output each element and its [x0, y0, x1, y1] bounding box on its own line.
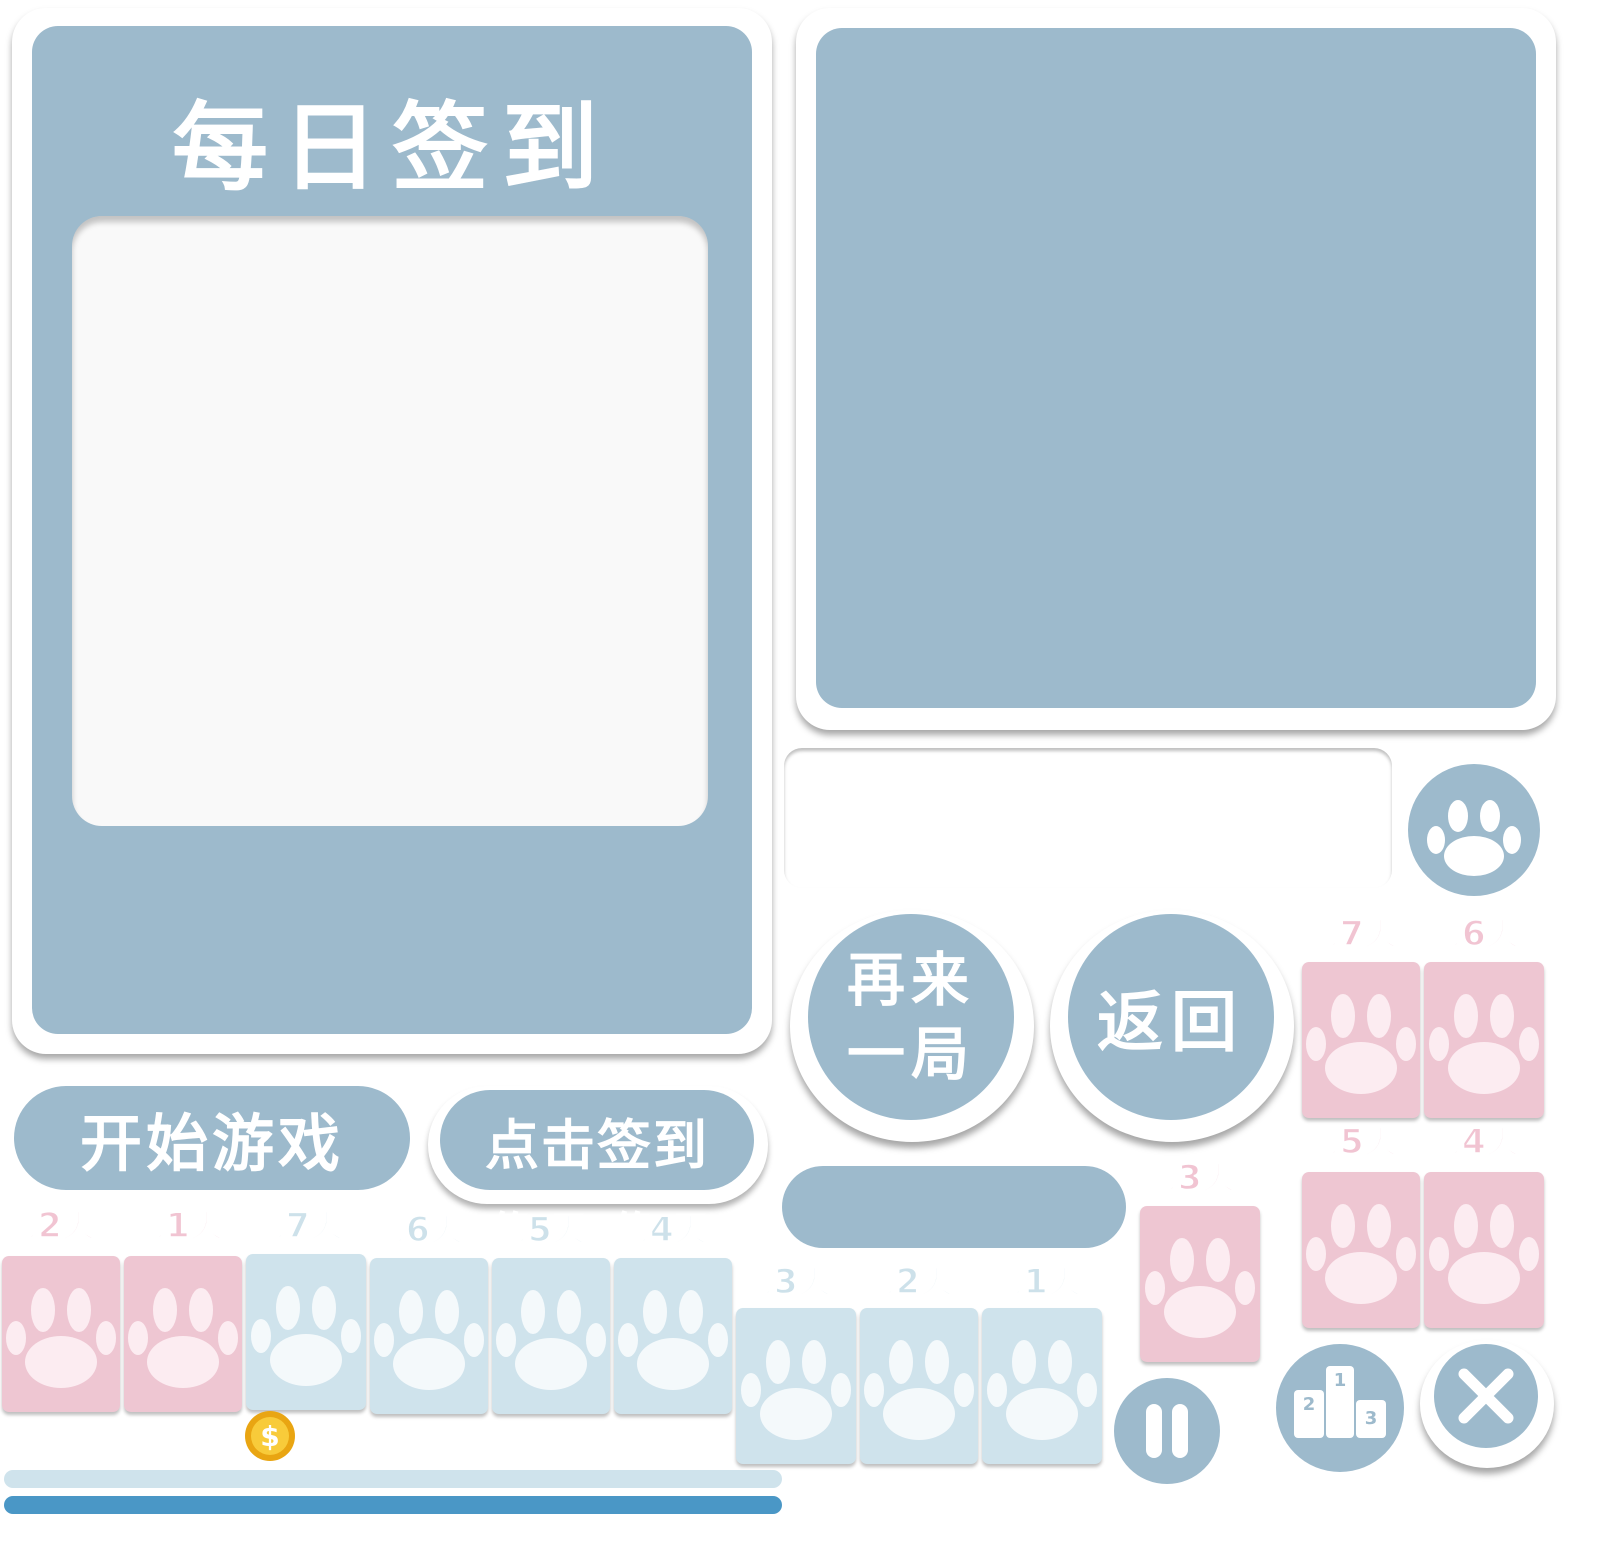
day-label-7-pink: 第7天: [1305, 913, 1398, 955]
start-game-button[interactable]: 开始游戏: [14, 1086, 410, 1190]
play-again-button[interactable]: 再来 一局: [790, 910, 1034, 1142]
day-tile-day7-pink[interactable]: [1302, 962, 1420, 1118]
paw-icon: [6, 1288, 116, 1388]
paw-icon: [864, 1340, 974, 1440]
play-again-label-2: 一局: [846, 1020, 975, 1088]
back-inner: 返回: [1068, 914, 1274, 1120]
back-label: 返回: [1097, 984, 1245, 1061]
day-tile-day5-pink[interactable]: [1302, 1172, 1420, 1328]
day-label-3-blue: 第3天: [739, 1261, 832, 1303]
podium-first: 1: [1334, 1370, 1347, 1391]
day-tile-day6-blue[interactable]: [370, 1258, 488, 1414]
podium-icon: 1 2 3: [1294, 1366, 1386, 1438]
play-again-inner: 再来 一局: [808, 914, 1014, 1120]
day-label-3-pink: 第3天: [1143, 1157, 1236, 1199]
paw-icon: [1145, 1238, 1255, 1338]
rank-button[interactable]: 1 2 3: [1276, 1344, 1404, 1472]
signin-content-box: [72, 216, 708, 826]
paw-icon: [1306, 1204, 1416, 1304]
day-label-1-blue: 第1天: [989, 1261, 1082, 1303]
paw-icon: [128, 1288, 238, 1388]
day-label-5-blue: 第5天: [493, 1209, 586, 1251]
coin-icon: $: [244, 1410, 296, 1462]
progress-bar-track: [4, 1470, 782, 1488]
paw-icon: [1429, 994, 1539, 1094]
day-tile-day1-pink[interactable]: [124, 1256, 242, 1412]
day-tile-day2-pink[interactable]: [2, 1256, 120, 1412]
pause-icon: [1146, 1404, 1188, 1458]
paw-icon: [618, 1290, 728, 1390]
close-inner: [1434, 1344, 1538, 1448]
podium-third: 3: [1365, 1408, 1378, 1429]
progress-bar-fill: [4, 1496, 782, 1514]
day-label-5-pink: 第5天: [1305, 1121, 1398, 1163]
back-button[interactable]: 返回: [1050, 910, 1294, 1142]
day-tile-day1-blue[interactable]: [982, 1308, 1102, 1464]
day-tile-day5-blue[interactable]: [492, 1258, 610, 1414]
day-tile-day4-blue[interactable]: [614, 1258, 732, 1414]
coin-symbol: $: [260, 1420, 279, 1453]
paw-icon: [374, 1290, 484, 1390]
signin-panel-inner: 每日签到: [32, 26, 752, 1034]
day-tile-day7-blue[interactable]: [246, 1254, 366, 1410]
day-label-2-pink: 第2天: [3, 1205, 96, 1247]
day-label-4-pink: 第4天: [1427, 1121, 1520, 1163]
day-tile-day6-pink[interactable]: [1424, 962, 1544, 1118]
signin-title: 每日签到: [172, 92, 612, 204]
close-icon: [1458, 1368, 1514, 1424]
paw-icon: [1427, 800, 1521, 876]
blank-frame: [784, 748, 1392, 888]
day-label-1-pink: 第1天: [131, 1205, 224, 1247]
day-tile-day2-blue[interactable]: [860, 1308, 978, 1464]
day-tile-day3-pink[interactable]: [1140, 1206, 1260, 1362]
paw-icon: [1306, 994, 1416, 1094]
click-signin-button[interactable]: 点击签到: [440, 1090, 754, 1190]
podium-second: 2: [1303, 1394, 1316, 1415]
result-panel: [796, 8, 1556, 730]
paw-icon: [987, 1340, 1097, 1440]
signin-button-wrap: 点击签到: [428, 1086, 768, 1204]
result-panel-inner: [816, 28, 1536, 708]
paw-button[interactable]: [1408, 764, 1540, 896]
day-label-4-blue: 第4天: [615, 1209, 708, 1251]
signin-panel: 每日签到: [12, 8, 772, 1054]
paw-icon: [1429, 1204, 1539, 1304]
paw-icon: [741, 1340, 851, 1440]
play-again-label-1: 再来: [846, 946, 975, 1014]
blue-pill-bar: [782, 1166, 1126, 1248]
day-label-6-blue: 第6天: [371, 1209, 464, 1251]
day-label-6-pink: 第6天: [1427, 913, 1520, 955]
day-label-7-blue: 第7天: [251, 1205, 344, 1247]
close-button[interactable]: [1420, 1340, 1554, 1468]
paw-icon: [496, 1290, 606, 1390]
day-label-2-blue: 第2天: [861, 1261, 954, 1303]
day-tile-day3-blue[interactable]: [736, 1308, 856, 1464]
pause-button[interactable]: [1114, 1378, 1220, 1484]
day-tile-day4-pink[interactable]: [1424, 1172, 1544, 1328]
paw-icon: [251, 1286, 361, 1386]
